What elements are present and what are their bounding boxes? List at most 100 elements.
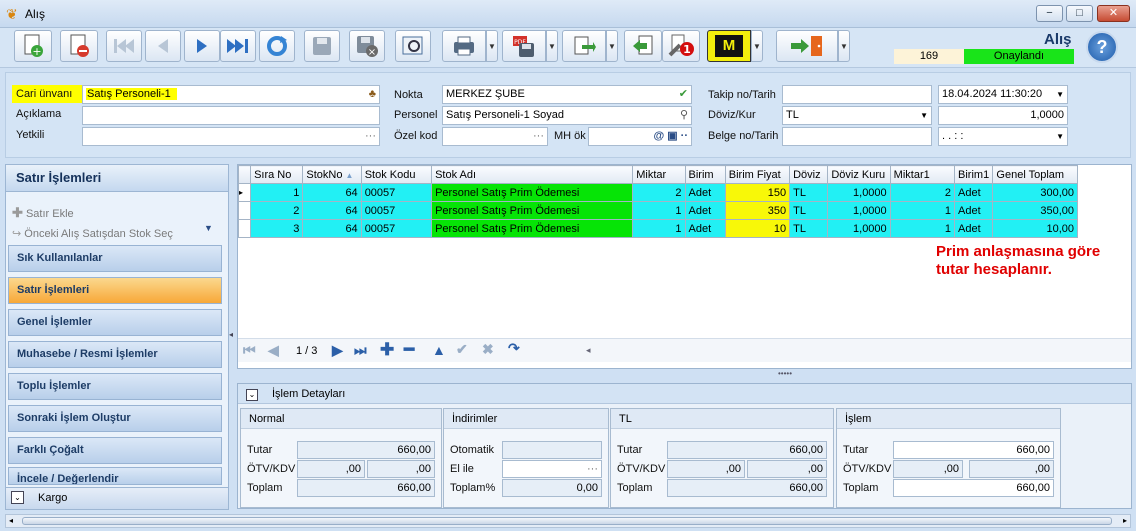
preview-icon <box>402 36 423 55</box>
details-header[interactable]: ⌄ İşlem Detayları <box>238 384 1131 404</box>
maximize-button[interactable]: □ <box>1066 5 1093 22</box>
col-sira-no[interactable]: Sıra No <box>250 165 304 184</box>
exit-button[interactable] <box>776 30 838 62</box>
butterfly-icon: ❦ <box>6 6 18 22</box>
sidebar-action-previous-stock[interactable]: ↪ Önceki Alış Satışdan Stok Seç <box>12 227 173 240</box>
preview-button[interactable] <box>395 30 431 62</box>
next-page-icon[interactable]: ▶ <box>332 342 343 359</box>
sidebar: Satır İşlemleri ✚ Satır Ekle ↪ Önceki Al… <box>5 164 229 510</box>
cari-input[interactable]: Satış Personeli-1 ♣ <box>82 85 380 104</box>
mhok-input[interactable]: @ ▣ ·· <box>588 127 692 146</box>
export-dropdown[interactable]: ▼ <box>546 30 558 62</box>
last-record-button[interactable] <box>220 30 256 62</box>
belge-date-input[interactable]: . . : : ▼ <box>938 127 1068 146</box>
sidebar-item-sik-kullanilanlar[interactable]: Sık Kullanılanlar <box>8 245 222 272</box>
takip-date-input[interactable]: 18.04.2024 11:30:20 ▼ <box>938 85 1068 104</box>
kur-input[interactable]: 1,0000 <box>938 106 1068 125</box>
people-icon[interactable]: ♣ <box>369 86 376 103</box>
scroll-left-icon[interactable]: ◂ <box>586 345 591 356</box>
indirim-elile-input[interactable]: ··· <box>502 460 602 478</box>
col-stokno[interactable]: StokNo ▲ <box>302 165 362 184</box>
move-up-icon[interactable]: ▲ <box>432 342 446 358</box>
splitter-grip[interactable]: ••••• <box>778 369 792 378</box>
print-dropdown[interactable]: ▼ <box>486 30 498 62</box>
cancel-icon[interactable]: ✖ <box>482 341 494 358</box>
col-stok-adi[interactable]: Stok Adı <box>431 165 634 184</box>
title-bar: ❦ Alış − □ ✕ <box>0 0 1136 28</box>
sidebar-item-sonraki-islem[interactable]: Sonraki İşlem Oluştur <box>8 405 222 432</box>
islem-otv: ,00 <box>893 460 963 478</box>
discard-button[interactable]: × <box>349 30 385 62</box>
m-button[interactable]: M <box>707 30 751 62</box>
new-button[interactable]: + <box>14 30 52 62</box>
undo-icon[interactable]: ↷ <box>508 340 520 357</box>
col-genel-toplam[interactable]: Genel Toplam <box>992 165 1078 184</box>
delete-row-icon[interactable]: ━ <box>404 340 414 360</box>
col-birim[interactable]: Birim <box>684 165 726 184</box>
sidebar-item-genel-islemler[interactable]: Genel İşlemler <box>8 309 222 336</box>
sidebar-item-toplu-islemler[interactable]: Toplu İşlemler <box>8 373 222 400</box>
transfer-dropdown[interactable]: ▼ <box>606 30 618 62</box>
col-doviz[interactable]: Döviz <box>789 165 829 184</box>
minimize-button[interactable]: − <box>1036 5 1063 22</box>
personel-input[interactable]: Satış Personeli-1 Soyad ⚲ <box>442 106 692 125</box>
belge-input[interactable] <box>782 127 932 146</box>
sidebar-item-satir-islemleri[interactable]: Satır İşlemleri <box>8 277 222 304</box>
scroll-right-icon[interactable]: ▸ <box>1123 516 1127 525</box>
delete-button[interactable] <box>60 30 98 62</box>
tl-group: TL Tutar 660,00 ÖTV/KDV ,00 ,00 Toplam 6… <box>610 408 834 508</box>
m-dropdown[interactable]: ▼ <box>751 30 763 62</box>
transfer-button[interactable] <box>562 30 606 62</box>
wrench-icon: 1 <box>668 34 694 57</box>
save-button[interactable] <box>304 30 340 62</box>
next-record-button[interactable] <box>184 30 220 62</box>
takip-input[interactable] <box>782 85 932 104</box>
add-row-icon[interactable]: ✚ <box>380 340 394 360</box>
islem-tutar-input[interactable]: 660,00 <box>893 441 1054 459</box>
last-page-icon[interactable]: ⏭ <box>354 342 367 359</box>
import-button[interactable] <box>624 30 662 62</box>
scroll-left-icon[interactable]: ◂ <box>9 516 13 525</box>
sidebar-item-incele[interactable]: İncele / Değerlendir <box>8 467 222 485</box>
prev-page-icon[interactable]: ◀ <box>268 342 279 359</box>
aciklama-label: Açıklama <box>16 108 62 120</box>
table-header: Sıra No StokNo ▲ Stok Kodu Stok Adı Mikt… <box>237 165 1078 184</box>
refresh-button[interactable] <box>259 30 295 62</box>
print-button[interactable] <box>442 30 486 62</box>
col-birim1[interactable]: Birim1 <box>954 165 994 184</box>
aciklama-input[interactable] <box>82 106 380 125</box>
islem-toplam-input[interactable]: 660,00 <box>893 479 1054 497</box>
doviz-select[interactable]: TL ▼ <box>782 106 932 125</box>
splitter-handle[interactable]: ◂ <box>229 330 233 339</box>
table-row[interactable]: ▸ 1 64 00057 Personel Satış Prim Ödemesi… <box>237 183 1078 202</box>
at-icon: @ ▣ ·· <box>653 130 688 142</box>
previous-record-button[interactable] <box>145 30 181 62</box>
sidebar-item-muhasebe[interactable]: Muhasebe / Resmi İşlemler <box>8 341 222 368</box>
close-button[interactable]: ✕ <box>1097 5 1130 22</box>
scrollbar-thumb[interactable] <box>22 517 1112 525</box>
nokta-input[interactable]: MERKEZ ŞUBE ✔ <box>442 85 692 104</box>
col-stok-kodu[interactable]: Stok Kodu <box>360 165 433 184</box>
col-miktar[interactable]: Miktar <box>632 165 686 184</box>
sidebar-item-farkli-cogalt[interactable]: Farklı Çoğalt <box>8 437 222 464</box>
col-doviz-kuru[interactable]: Döviz Kuru <box>827 165 891 184</box>
ozelkod-input[interactable]: ··· <box>442 127 548 146</box>
first-record-button[interactable] <box>106 30 142 62</box>
yetkili-input[interactable]: ··· <box>82 127 380 146</box>
col-birim-fiyat[interactable]: Birim Fiyat <box>724 165 791 184</box>
sidebar-footer[interactable]: ⌄ Kargo <box>6 487 228 509</box>
col-miktar1[interactable]: Miktar1 <box>889 165 956 184</box>
export-pdf-button[interactable]: PDF <box>502 30 546 62</box>
m-label: M <box>715 35 743 57</box>
sidebar-action-add-row[interactable]: ✚ Satır Ekle <box>12 205 74 221</box>
exit-dropdown[interactable]: ▼ <box>838 30 850 62</box>
tools-button[interactable]: 1 <box>662 30 700 62</box>
table-row[interactable]: 2 64 00057 Personel Satış Prim Ödemesi 1… <box>237 201 1078 220</box>
horizontal-scrollbar[interactable]: ◂ ▸ <box>5 514 1131 528</box>
table-row[interactable]: 3 64 00057 Personel Satış Prim Ödemesi 1… <box>237 219 1078 238</box>
sidebar-expand-icon[interactable]: ▼ <box>204 223 213 233</box>
confirm-icon[interactable]: ✔ <box>456 341 468 358</box>
first-page-icon[interactable]: ⏮ <box>243 342 256 359</box>
indirim-group: İndirimler Otomatik El ile ··· Toplam% 0… <box>443 408 609 508</box>
help-button[interactable]: ? <box>1086 31 1118 63</box>
